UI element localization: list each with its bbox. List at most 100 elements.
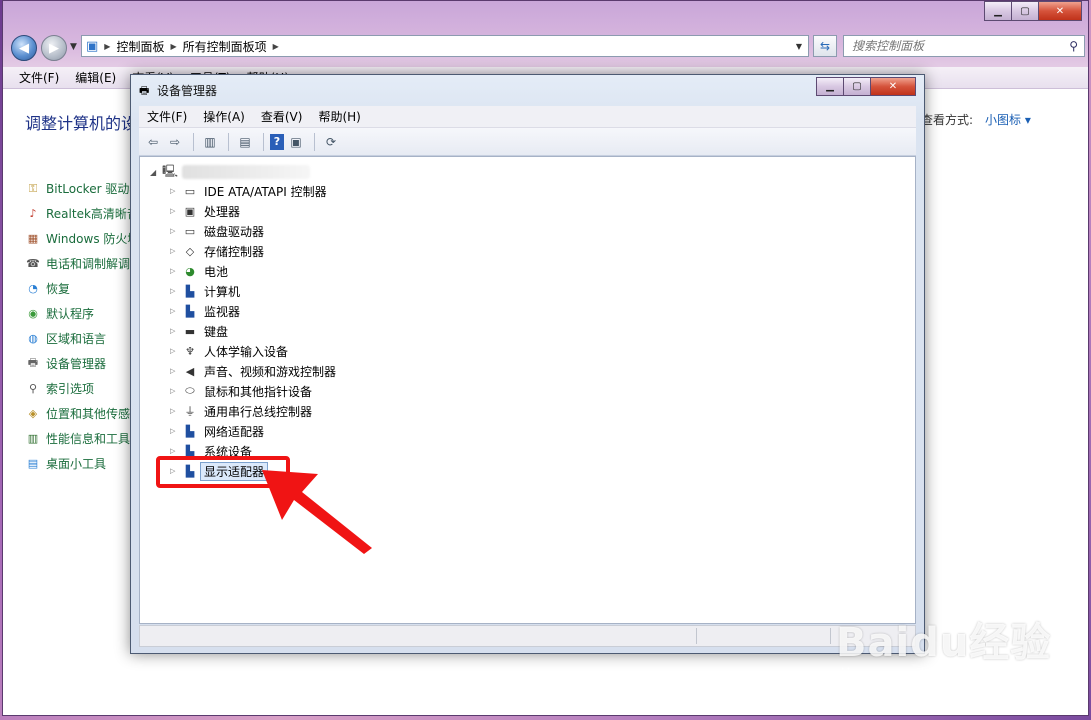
expand-icon[interactable]: ▷ xyxy=(170,347,182,355)
dm-menu-view[interactable]: 查看(V) xyxy=(261,108,303,125)
refresh-button[interactable]: ⇆ xyxy=(813,35,837,57)
tree-node-label: 鼠标和其他指针设备 xyxy=(204,384,313,399)
expand-icon[interactable]: ▷ xyxy=(170,407,182,415)
monitor-icon: ▙ xyxy=(185,304,195,318)
toolbar-separator xyxy=(314,132,315,151)
view-by-dropdown[interactable]: 小图标 ▾ xyxy=(985,113,1031,127)
dm-menu-file[interactable]: 文件(F) xyxy=(147,108,187,125)
refresh-icon: ⇆ xyxy=(819,39,831,53)
device-manager-icon: 🖶 xyxy=(27,356,39,369)
cp-item-label: 设备管理器 xyxy=(46,357,107,371)
back-button[interactable]: ⇦ xyxy=(143,132,163,152)
tree-node-network[interactable]: ▷ ▙ 网络适配器 xyxy=(170,421,336,441)
action-pane-button[interactable]: ▣ xyxy=(286,132,306,152)
address-dropdown-icon[interactable]: ▼ xyxy=(796,42,802,51)
breadcrumb-all-items[interactable]: 所有控制面板项 xyxy=(183,38,267,55)
expand-icon[interactable]: ▷ xyxy=(170,267,182,275)
dm-menu-action[interactable]: 操作(A) xyxy=(203,108,245,125)
minimize-icon: ▁ xyxy=(826,81,834,92)
tree-node-label: 存储控制器 xyxy=(204,244,265,259)
dm-close-button[interactable]: ✕ xyxy=(870,77,916,96)
toolbar-separator xyxy=(228,132,229,151)
tree-node-ide[interactable]: ▷ ▭ IDE ATA/ATAPI 控制器 xyxy=(170,181,336,201)
tree-node-battery[interactable]: ▷ ◕ 电池 xyxy=(170,261,336,281)
tree-node-sound[interactable]: ▷ ◀ 声音、视频和游戏控制器 xyxy=(170,361,336,381)
tree-node-computer[interactable]: ▷ ▙ 计算机 xyxy=(170,281,336,301)
tree-node-processor[interactable]: ▷ ▣ 处理器 xyxy=(170,201,336,221)
recovery-icon: ◔ xyxy=(28,282,38,295)
cp-item-label: 恢复 xyxy=(46,282,71,296)
cp-item-label: 位置和其他传感器 xyxy=(46,407,143,421)
back-arrow-icon: ◀ xyxy=(19,40,29,56)
expand-icon[interactable]: ▷ xyxy=(170,367,182,375)
back-button[interactable]: ◀ xyxy=(11,35,37,61)
cp-item-label: 默认程序 xyxy=(46,307,95,321)
breadcrumb-separator-icon: ▶ xyxy=(272,41,279,51)
expand-icon[interactable]: ▷ xyxy=(170,327,182,335)
tree-node-keyboard[interactable]: ▷ ▬ 键盘 xyxy=(170,321,336,341)
tree-node-hid[interactable]: ▷ ♆ 人体学输入设备 xyxy=(170,341,336,361)
scan-hardware-button[interactable]: ⟳ xyxy=(321,132,341,152)
search-input[interactable] xyxy=(850,38,1054,54)
close-button[interactable]: ✕ xyxy=(1038,1,1082,21)
properties-button[interactable]: ▤ xyxy=(235,132,255,152)
disk-drive-icon: ▭ xyxy=(184,224,196,238)
forward-button[interactable]: ⇨ xyxy=(165,132,185,152)
dm-title-bar[interactable]: 🖶 设备管理器 ▁ ▢ ✕ xyxy=(131,75,924,103)
tree-node-label: 磁盘驱动器 xyxy=(204,224,265,239)
expand-icon[interactable]: ▷ xyxy=(170,287,182,295)
computer-icon: 🖳 xyxy=(162,163,179,178)
storage-controller-icon: ◇ xyxy=(185,244,195,258)
speaker-icon: ♪ xyxy=(29,207,37,220)
maximize-icon: ▢ xyxy=(852,81,862,92)
computer-name-blurred xyxy=(182,165,311,179)
expand-icon[interactable]: ▷ xyxy=(170,447,182,455)
cp-item-label: 电话和调制解调器 xyxy=(46,257,143,271)
watermark-url: jingyan.baidu.com xyxy=(840,664,1025,688)
menu-file[interactable]: 文件(F) xyxy=(19,69,59,86)
breadcrumb-control-panel[interactable]: 控制面板 xyxy=(116,38,164,55)
help-button[interactable]: ? xyxy=(270,133,284,150)
maximize-button[interactable]: ▢ xyxy=(1011,1,1038,21)
processor-icon: ▣ xyxy=(184,204,196,218)
search-icon[interactable]: ⚲ xyxy=(1069,39,1078,53)
help-icon: ? xyxy=(273,135,281,148)
ide-controller-icon: ▭ xyxy=(184,184,196,198)
tree-node-usb[interactable]: ▷ ⏚ 通用串行总线控制器 xyxy=(170,401,336,421)
tree-node-label: 键盘 xyxy=(204,324,229,339)
hid-icon: ♆ xyxy=(185,344,195,358)
collapse-icon[interactable]: ◢ xyxy=(150,168,162,177)
cp-item-label: 区域和语言 xyxy=(46,332,107,346)
tree-node-mouse[interactable]: ▷ ⬭ 鼠标和其他指针设备 xyxy=(170,381,336,401)
tree-node-label: 通用串行总线控制器 xyxy=(204,404,313,419)
properties-icon: ▤ xyxy=(239,134,251,149)
tree-node-storage[interactable]: ▷ ◇ 存储控制器 xyxy=(170,241,336,261)
keyboard-icon: ▬ xyxy=(184,324,196,338)
cp-item-label: Windows 防火墙 xyxy=(46,232,140,246)
dm-menu-help[interactable]: 帮助(H) xyxy=(318,108,360,125)
tree-node-label: 计算机 xyxy=(204,284,241,299)
scan-hardware-icon: ⟳ xyxy=(325,134,337,149)
dm-maximize-button[interactable]: ▢ xyxy=(843,77,870,96)
show-hide-console-tree-button[interactable]: ▥ xyxy=(200,132,220,152)
navigation-bar: ◀ ▶ ▼ ▣ ▶ 控制面板 ▶ 所有控制面板项 ▶ ▼ ⇆ ⚲ xyxy=(9,33,1085,61)
minimize-button[interactable]: ▁ xyxy=(984,1,1011,21)
expand-icon[interactable]: ▷ xyxy=(170,307,182,315)
tree-node-monitor[interactable]: ▷ ▙ 监视器 xyxy=(170,301,336,321)
tree-root[interactable]: ◢ 🖳 xyxy=(150,163,311,181)
expand-icon[interactable]: ▷ xyxy=(170,187,182,195)
address-bar[interactable]: ▣ ▶ 控制面板 ▶ 所有控制面板项 ▶ ▼ xyxy=(81,35,809,57)
tree-node-label: 声音、视频和游戏控制器 xyxy=(204,364,337,379)
history-dropdown-icon[interactable]: ▼ xyxy=(70,42,77,52)
dm-minimize-button[interactable]: ▁ xyxy=(816,77,843,96)
tree-node-disk[interactable]: ▷ ▭ 磁盘驱动器 xyxy=(170,221,336,241)
menu-edit[interactable]: 编辑(E) xyxy=(75,69,116,86)
forward-button[interactable]: ▶ xyxy=(41,35,67,61)
highlight-box xyxy=(156,456,290,488)
expand-icon[interactable]: ▷ xyxy=(170,227,182,235)
expand-icon[interactable]: ▷ xyxy=(170,207,182,215)
expand-icon[interactable]: ▷ xyxy=(170,427,182,435)
expand-icon[interactable]: ▷ xyxy=(170,247,182,255)
expand-icon[interactable]: ▷ xyxy=(170,387,182,395)
tree-node-label: 电池 xyxy=(204,264,229,279)
